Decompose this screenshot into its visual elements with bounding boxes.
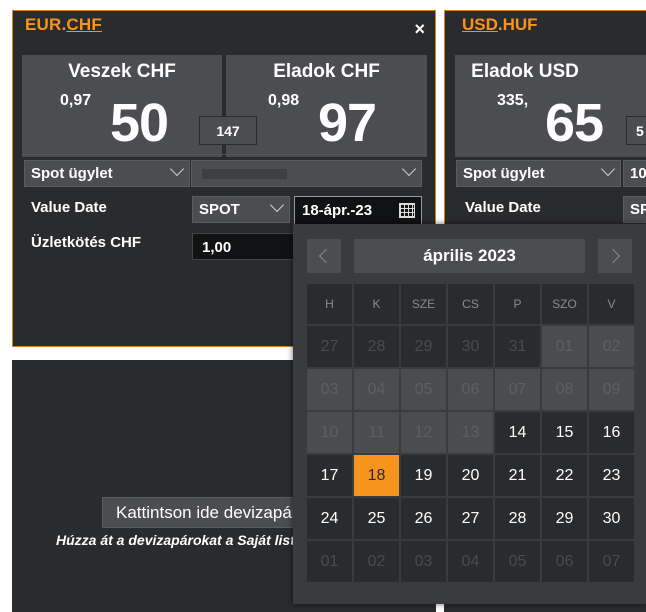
calendar-day[interactable]: 20 [448,455,493,496]
calendar-day: 02 [354,541,399,582]
drag-hint: Húzza át a devizapárokat a Saját listábó… [56,532,324,548]
calendar-day: 03 [401,541,446,582]
calendar-day: 12 [401,412,446,453]
chevron-down-icon [269,197,285,213]
chevron-left-icon [318,248,334,264]
redacted-account [202,169,287,179]
calendar-day: 29 [401,326,446,367]
title-quote: .HUF [497,15,538,34]
tenor-select[interactable]: SP [623,196,646,223]
calendar-day: 27 [307,326,352,367]
calendar-day: 06 [448,369,493,410]
account-select[interactable] [191,160,422,187]
calendar-day: 05 [495,541,540,582]
calendar-day[interactable]: 25 [354,498,399,539]
calendar-day: 01 [542,326,587,367]
buy-quote-tile[interactable]: Veszek CHF 0,97 50 [22,55,222,157]
product-select[interactable]: Spot ügylet [456,160,621,187]
calendar-day: 03 [307,369,352,410]
add-currency-pair-button[interactable]: Kattintson ide devizapár hozzáadásához [102,497,322,528]
calendar-day: 09 [589,369,634,410]
calendar-day[interactable]: 24 [307,498,352,539]
deal-amount-label: Üzletkötés CHF [31,234,142,251]
calendar-day: 06 [542,541,587,582]
chevron-down-icon [169,161,185,177]
value-date-field[interactable]: 18-ápr.-23 [294,196,422,225]
sell-price-pips: 65 [545,93,604,153]
calendar-day[interactable]: 15 [542,412,587,453]
spread-badge: 147 [199,116,257,145]
calendar-day: 01 [307,541,352,582]
calendar-day: 02 [589,326,634,367]
panel-title: EUR.CHF [25,15,102,35]
prev-month-button[interactable] [307,239,341,273]
calendar-day: 04 [354,369,399,410]
sell-price-pips: 97 [318,93,377,153]
value-date-label: Value Date [31,199,107,216]
next-month-button[interactable] [598,239,632,273]
weekday-header: SZO [542,284,587,324]
calendar-day[interactable]: 30 [589,498,634,539]
product-select-value: Spot ügylet [31,165,113,182]
calendar-day[interactable]: 22 [542,455,587,496]
calendar-day: 07 [589,541,634,582]
calendar-day: 28 [354,326,399,367]
spread-badge: 5 [626,116,646,145]
tenor-select-value: SPOT [199,201,240,218]
calendar-day: 04 [448,541,493,582]
tenor-select[interactable]: SPOT [192,196,290,223]
chevron-down-icon [600,161,616,177]
value-date-text: 18-ápr.-23 [302,202,373,219]
title-quote-link[interactable]: CHF [66,15,102,34]
calendar-day: 07 [495,369,540,410]
buy-price-pips: 50 [110,93,169,153]
calendar-day: 11 [354,412,399,453]
weekday-header: P [495,284,540,324]
calendar-day: 31 [495,326,540,367]
product-select-value: Spot ügylet [463,165,545,182]
sell-price-prefix: 335, [497,92,529,109]
panel-title: USD.HUF [462,15,538,35]
title-base: EUR. [25,15,67,34]
calendar-day[interactable]: 27 [448,498,493,539]
product-select[interactable]: Spot ügylet [24,160,190,187]
weekday-header: H [307,284,352,324]
sell-label: Eladok CHF [273,61,380,82]
calendar-day[interactable]: 21 [495,455,540,496]
calendar-day[interactable]: 14 [495,412,540,453]
calendar-day: 10 [307,412,352,453]
calendar-day: 05 [401,369,446,410]
chevron-down-icon [401,161,417,177]
calendar-icon[interactable] [399,203,415,218]
close-icon[interactable]: × [414,19,425,40]
calendar-grid: H K SZE CS P SZO V 27 28 29 30 31 01 02 03 04 05 06 07 08 09… [307,284,634,582]
calendar-day: 13 [448,412,493,453]
month-title[interactable]: április 2023 [354,239,585,273]
calendar-day: 08 [542,369,587,410]
calendar-day: 30 [448,326,493,367]
calendar-day[interactable]: 29 [542,498,587,539]
calendar-day[interactable]: 16 [589,412,634,453]
weekday-header: K [354,284,399,324]
calendar-day-selected[interactable]: 18 [354,455,399,496]
calendar-day[interactable]: 26 [401,498,446,539]
calendar-day[interactable]: 23 [589,455,634,496]
sell-price-prefix: 0,98 [268,92,300,109]
buy-label: Veszek CHF [68,61,176,82]
sell-label: Eladok USD [471,61,579,82]
value-date-label: Value Date [465,199,541,216]
weekday-header: V [589,284,634,324]
buy-price-prefix: 0,97 [60,92,92,109]
calendar-day[interactable]: 19 [401,455,446,496]
date-picker-popup: április 2023 H K SZE CS P SZO V 27 28 29 30 31 01 02 0… [293,224,646,604]
weekday-header: SZE [401,284,446,324]
calendar-day[interactable]: 28 [495,498,540,539]
divider [22,154,427,155]
weekday-header: CS [448,284,493,324]
sell-quote-tile[interactable]: Eladok USD 335, 65 [455,55,646,157]
calendar-day[interactable]: 17 [307,455,352,496]
account-select[interactable]: 10 [623,160,646,187]
title-base-link[interactable]: USD [462,15,498,34]
chevron-right-icon [605,248,621,264]
